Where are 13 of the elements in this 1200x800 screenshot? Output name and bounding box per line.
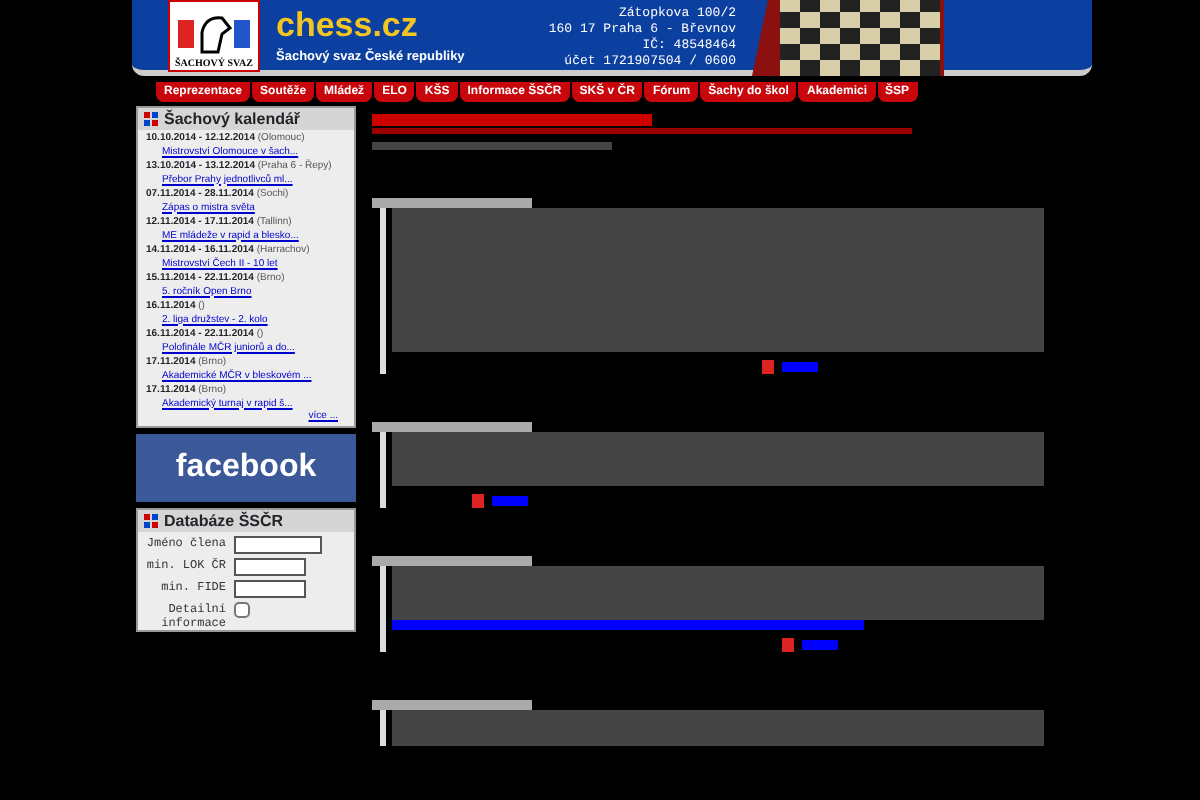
panel-title: Databáze ŠSČR — [164, 511, 284, 529]
logo-icon — [144, 513, 158, 527]
panel-title: Šachový kalendář — [164, 110, 301, 128]
checkbox[interactable] — [234, 601, 250, 617]
pdf-icon — [472, 494, 484, 508]
logo-icon — [144, 112, 158, 126]
input-field[interactable] — [234, 557, 306, 575]
facebook-banner[interactable]: facebook — [136, 433, 356, 501]
pdf-icon — [782, 638, 794, 652]
input-field[interactable] — [234, 535, 322, 553]
input-field[interactable] — [234, 579, 306, 597]
pdf-icon — [762, 360, 774, 374]
site-title: chess.cz — [276, 8, 420, 42]
